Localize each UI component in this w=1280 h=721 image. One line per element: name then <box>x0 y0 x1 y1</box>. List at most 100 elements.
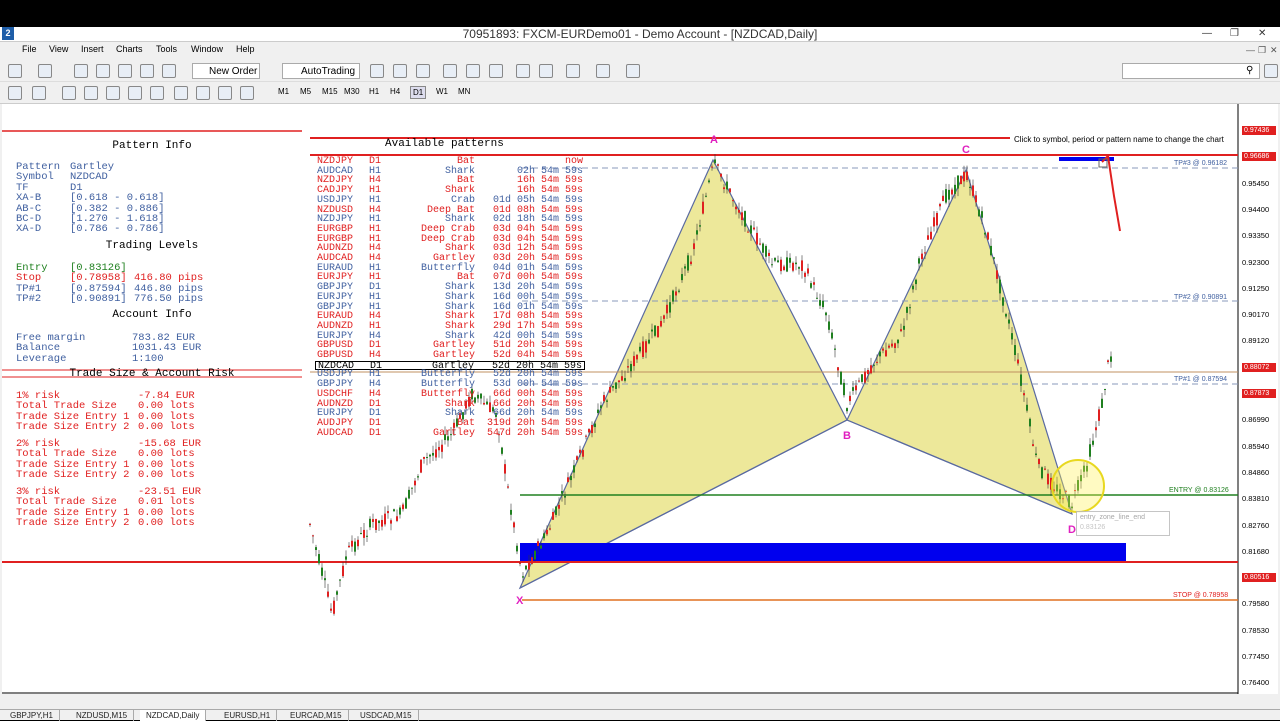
pattern-name[interactable]: Gartley <box>433 351 475 361</box>
tp1-label: TP#1 @ 0.87594 <box>1174 376 1228 383</box>
toolbar-options-icon[interactable] <box>1264 64 1278 78</box>
candle-body <box>1029 418 1031 427</box>
chart-tab[interactable]: USDCAD,M15 <box>354 710 419 721</box>
tf-w1[interactable]: W1 <box>434 86 450 97</box>
candle-body <box>624 378 626 381</box>
text-icon[interactable] <box>174 86 188 100</box>
candle-body <box>726 181 728 190</box>
bar-chart-icon[interactable] <box>370 64 384 78</box>
data-window-icon[interactable] <box>96 64 110 78</box>
price-tick: 0.81680 <box>1242 546 1270 556</box>
menu-window[interactable]: Window <box>191 44 223 54</box>
pattern-symbol[interactable]: GBPUSD <box>317 351 353 361</box>
text-label-icon[interactable] <box>196 86 210 100</box>
candle-body <box>999 279 1001 294</box>
close-icon[interactable]: ✕ <box>1258 27 1266 40</box>
terminal-icon[interactable] <box>140 64 154 78</box>
new-order-button[interactable]: New Order <box>192 63 260 79</box>
available-patterns-title: Available patterns <box>385 138 504 150</box>
candle-body <box>840 371 842 385</box>
candle-body <box>825 312 827 316</box>
candle-body <box>759 243 761 245</box>
pattern-row[interactable]: GBPUSD H4 Gartley 52d 04h 54m 59s <box>315 351 585 361</box>
title-bar-black <box>0 0 1280 27</box>
pattern-name[interactable]: Gartley <box>433 428 475 439</box>
candle-body <box>336 591 338 595</box>
candle-body <box>330 608 332 611</box>
chart-tab[interactable]: NZDUSD,M15 <box>70 710 135 721</box>
tile-windows-icon[interactable] <box>489 64 503 78</box>
minimize-icon[interactable]: — <box>1202 27 1212 40</box>
candle-body <box>381 519 383 527</box>
menu-insert[interactable]: Insert <box>81 44 104 54</box>
horizontal-line-icon[interactable] <box>84 86 98 100</box>
candle-body <box>345 556 347 560</box>
line-chart-icon[interactable] <box>416 64 430 78</box>
child-restore-icon[interactable]: ❐ <box>1258 45 1266 56</box>
candle-body <box>771 264 773 266</box>
tf-m5[interactable]: M5 <box>298 86 313 97</box>
search-input[interactable] <box>1122 63 1260 79</box>
navigator-icon[interactable] <box>118 64 132 78</box>
risk-size-key: Trade Size Entry 2 <box>16 469 130 482</box>
chart-tab[interactable]: GBPJPY,H1 <box>4 710 60 721</box>
restore-icon[interactable]: ❐ <box>1230 27 1239 40</box>
pattern-row[interactable]: AUDCAD D1 Gartley 547d 20h 54m 59s <box>315 428 585 439</box>
fibonacci-icon[interactable] <box>150 86 164 100</box>
search-icon[interactable]: ⚲ <box>1246 65 1253 76</box>
candle-body <box>396 516 398 521</box>
vertical-line-icon[interactable] <box>62 86 76 100</box>
chart-tab[interactable]: EURCAD,M15 <box>284 710 349 721</box>
zoom-in-icon[interactable] <box>443 64 457 78</box>
candle-body <box>741 212 743 220</box>
child-close-icon[interactable]: ✕ <box>1270 45 1278 56</box>
zoom-out-icon[interactable] <box>466 64 480 78</box>
market-watch-icon[interactable] <box>74 64 88 78</box>
pattern-tf[interactable]: D1 <box>369 428 381 439</box>
tf-m1[interactable]: M1 <box>276 86 291 97</box>
window-title-bar: 2 70951893: FXCM-EURDemo01 - Demo Accoun… <box>0 27 1280 42</box>
tf-h4[interactable]: H4 <box>388 86 402 97</box>
cursor-icon[interactable] <box>8 86 22 100</box>
tf-mn[interactable]: MN <box>456 86 472 97</box>
menu-help[interactable]: Help <box>236 44 255 54</box>
candlestick-icon[interactable] <box>393 64 407 78</box>
candle-body <box>399 507 401 515</box>
price-chart[interactable]: Pattern Info Pattern Gartley Symbol NZDCAD T… <box>2 104 1278 694</box>
price-tick: 0.97436 <box>1242 126 1276 135</box>
profiles-icon[interactable] <box>38 64 52 78</box>
menu-tools[interactable]: Tools <box>156 44 177 54</box>
chart-tab[interactable]: NZDCAD,Daily <box>140 710 207 721</box>
risk-title: Trade Size & Account Risk <box>69 368 235 380</box>
channel-icon[interactable] <box>128 86 142 100</box>
periods-icon[interactable] <box>596 64 610 78</box>
candle-body <box>963 171 965 182</box>
tester-icon[interactable] <box>162 64 176 78</box>
arrows-icon[interactable] <box>218 86 232 100</box>
templates-icon[interactable] <box>626 64 640 78</box>
shapes-icon[interactable] <box>240 86 254 100</box>
menu-view[interactable]: View <box>49 44 68 54</box>
menu-file[interactable]: File <box>22 44 37 54</box>
autoscroll-icon[interactable] <box>539 64 553 78</box>
candle-body <box>435 449 437 458</box>
tf-m15[interactable]: M15 <box>320 86 340 97</box>
cursor-highlight-circle <box>1051 459 1105 513</box>
crosshair-icon[interactable] <box>32 86 46 100</box>
tf-m30[interactable]: M30 <box>342 86 362 97</box>
tf-d1[interactable]: D1 <box>410 86 427 99</box>
risk-size-key: Trade Size Entry 2 <box>16 517 130 530</box>
autotrading-button[interactable]: AutoTrading <box>282 63 360 79</box>
pattern-symbol[interactable]: AUDCAD <box>317 428 353 439</box>
new-chart-icon[interactable] <box>8 64 22 78</box>
candle-body <box>525 565 527 570</box>
tf-h1[interactable]: H1 <box>367 86 381 97</box>
candle-body <box>555 506 557 515</box>
pattern-tf[interactable]: H4 <box>369 351 381 361</box>
trendline-icon[interactable] <box>106 86 120 100</box>
chart-tab[interactable]: EURUSD,H1 <box>218 710 278 721</box>
child-minimize-icon[interactable]: — <box>1246 45 1255 55</box>
chart-shift-icon[interactable] <box>516 64 530 78</box>
indicators-icon[interactable] <box>566 64 580 78</box>
menu-charts[interactable]: Charts <box>116 44 143 54</box>
